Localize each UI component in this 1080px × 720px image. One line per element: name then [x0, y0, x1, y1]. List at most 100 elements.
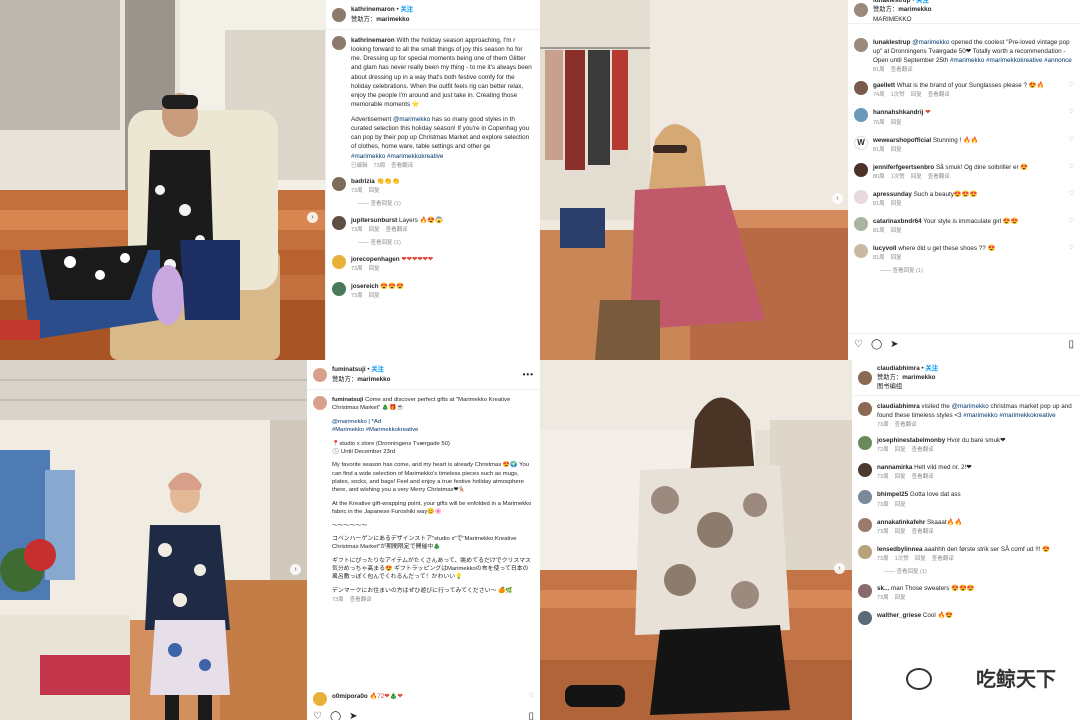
avatar[interactable]	[854, 189, 868, 204]
translate-link[interactable]: 查看翻译	[932, 556, 954, 562]
avatar[interactable]	[854, 216, 868, 231]
caption-username[interactable]: kathrinemaron	[351, 37, 395, 44]
heart-icon[interactable]: ♡	[1069, 108, 1074, 117]
avatar[interactable]	[858, 402, 872, 416]
follow-button[interactable]: 关注	[400, 6, 413, 13]
view-replies-label[interactable]: 查看回复 (1)	[893, 268, 923, 274]
avatar[interactable]	[854, 108, 868, 123]
caption-line[interactable]: #Marimekko #Marimekkokreative	[332, 426, 534, 434]
reply-link[interactable]: 回复	[369, 293, 380, 299]
avatar[interactable]	[854, 162, 868, 177]
chevron-right-icon[interactable]: ›	[834, 563, 845, 574]
username[interactable]: claudiabhimra	[877, 365, 920, 372]
location[interactable]: 图书编组	[877, 382, 938, 391]
heart-icon[interactable]: ♡	[313, 710, 322, 720]
post-photo[interactable]: ›	[540, 360, 852, 720]
translate-link[interactable]: 查看翻译	[912, 474, 934, 480]
chevron-right-icon[interactable]: ›	[832, 193, 843, 204]
reply-link[interactable]: 回复	[895, 474, 906, 480]
bookmark-icon[interactable]: ▯	[528, 710, 534, 720]
follow-button[interactable]: 关注	[925, 365, 938, 372]
avatar[interactable]	[313, 692, 327, 706]
avatar[interactable]	[313, 396, 327, 410]
comment-username[interactable]: sk...	[877, 585, 889, 592]
comment-username[interactable]: josereich	[351, 283, 379, 290]
view-replies-link[interactable]: —— 查看回复 (1)	[848, 267, 1080, 279]
avatar[interactable]	[858, 583, 872, 598]
view-replies-link[interactable]: —— 查看回复 (1)	[326, 239, 540, 251]
sponsor-name[interactable]: marimekko	[357, 376, 390, 383]
avatar[interactable]	[332, 281, 346, 296]
share-icon[interactable]: ➤	[890, 338, 898, 353]
heart-icon[interactable]: ♡	[529, 692, 534, 701]
comment-username[interactable]: walther_griese	[877, 612, 921, 619]
translate-link[interactable]: 查看翻译	[928, 174, 950, 180]
reply-link[interactable]: 回复	[911, 174, 922, 180]
reply-link[interactable]: 回复	[895, 595, 906, 601]
avatar[interactable]	[858, 517, 872, 532]
translate-link[interactable]: 查看翻译	[912, 447, 934, 453]
translate-link[interactable]: 查看翻译	[895, 422, 917, 428]
avatar[interactable]	[858, 370, 872, 385]
comment-username[interactable]: gaellett	[873, 82, 895, 89]
reply-link[interactable]: 回复	[911, 92, 922, 98]
view-replies-label[interactable]: 查看回复 (1)	[897, 569, 927, 575]
comment-username[interactable]: bhimpel25	[877, 491, 908, 498]
translate-link[interactable]: 查看翻译	[350, 597, 372, 603]
hashtags[interactable]: #marimekko #marimekkokreative	[963, 412, 1055, 419]
caption-username[interactable]: fuminatsuji	[332, 397, 363, 403]
heart-icon[interactable]: ♡	[1069, 244, 1074, 253]
avatar[interactable]	[858, 463, 872, 478]
bookmark-icon[interactable]: ▯	[1068, 338, 1074, 353]
mention-link[interactable]: @marimekko	[912, 39, 949, 46]
avatar[interactable]	[854, 3, 868, 17]
post-photo[interactable]: ›	[0, 360, 307, 720]
reply-link[interactable]: 回复	[895, 529, 906, 535]
username[interactable]: lunaklestrup	[873, 0, 910, 4]
reply-link[interactable]: 回复	[891, 147, 902, 153]
comment-icon[interactable]: ◯	[330, 710, 341, 720]
sponsor-name[interactable]: marimekko	[902, 374, 935, 381]
sponsor-name[interactable]: marimekko	[376, 16, 409, 23]
reply-link[interactable]: 回复	[895, 447, 906, 453]
avatar[interactable]	[332, 176, 346, 191]
comment-username[interactable]: jorecopenhagen	[351, 256, 400, 263]
comment-username[interactable]: catarinaxbndr64	[873, 218, 922, 225]
comment-username[interactable]: nannamirka	[877, 464, 912, 471]
comment-username[interactable]: lucyvoll	[873, 245, 896, 252]
hashtags[interactable]: #marimekko #marimekkokreative	[351, 152, 534, 161]
avatar[interactable]	[858, 544, 872, 559]
comment-username[interactable]: badrizia	[351, 178, 375, 185]
translate-link[interactable]: 查看翻译	[391, 163, 413, 169]
post-photo[interactable]: ›	[0, 0, 325, 360]
reply-link[interactable]: 回复	[891, 201, 902, 207]
heart-icon[interactable]: ♡	[1069, 217, 1074, 226]
heart-icon[interactable]: ♡	[1069, 136, 1074, 145]
comment-username[interactable]: annakatinkafehr	[877, 519, 925, 526]
comment-username[interactable]: josephinestabelmonby	[877, 437, 945, 444]
mention-link[interactable]: @marimekko	[952, 403, 989, 410]
avatar[interactable]	[858, 610, 872, 625]
avatar[interactable]	[858, 490, 872, 505]
avatar[interactable]: W	[854, 135, 868, 150]
sponsor-name[interactable]: marimekko	[898, 6, 931, 13]
avatar[interactable]	[332, 254, 346, 269]
translate-link[interactable]: 查看翻译	[912, 529, 934, 535]
comment-username[interactable]: jupitersunburst	[351, 217, 397, 224]
view-replies-label[interactable]: 查看回复 (1)	[371, 240, 401, 246]
comment-username[interactable]: o0mipora0o	[332, 693, 368, 700]
avatar[interactable]	[313, 367, 327, 382]
caption-username[interactable]: lunaklestrup	[873, 39, 910, 46]
username[interactable]: fuminatsuji	[332, 366, 366, 373]
avatar[interactable]	[854, 81, 868, 96]
mention-link[interactable]: @marimekko	[393, 116, 430, 123]
heart-icon[interactable]: ♡	[1069, 163, 1074, 172]
comment-username[interactable]: hannahshkandrij	[873, 109, 923, 116]
reply-link[interactable]: 回复	[369, 188, 380, 194]
reply-link[interactable]: 回复	[895, 502, 906, 508]
comment-username[interactable]: wewearshopofficial	[873, 137, 931, 144]
view-replies-link[interactable]: —— 查看回复 (1)	[326, 200, 540, 212]
caption-username[interactable]: claudiabhimra	[877, 403, 920, 410]
avatar[interactable]	[854, 38, 868, 52]
reply-link[interactable]: 回复	[915, 556, 926, 562]
